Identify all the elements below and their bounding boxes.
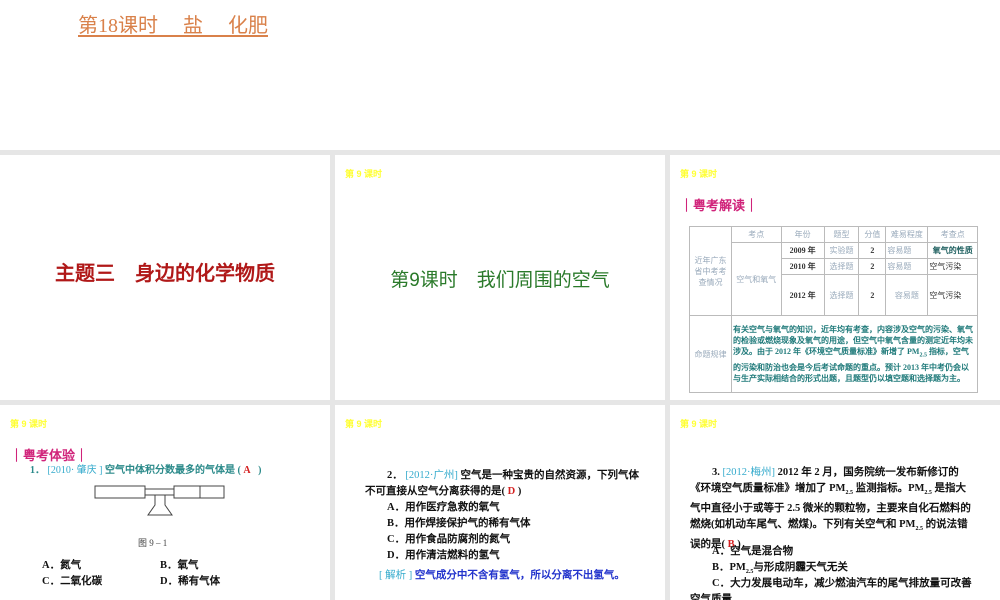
exam-analysis-table: 近年广东省中考考查情况 考点 年份 题型 分值 难易程度 考查点 空气和氧气 2…: [689, 226, 978, 393]
option-b: B．氧气: [160, 560, 199, 571]
cell: 空气污染: [927, 274, 978, 316]
lesson-label: 第 9 课时: [10, 419, 48, 429]
option-a: A．空气是混合物: [712, 546, 794, 557]
lesson-title: 第9课时 我们周围的空气: [390, 270, 610, 291]
option-a: A．用作医疗急救的氧气: [387, 502, 500, 513]
slide-4[interactable]: 第 9 课时 ｜粤考体验｜ 1． [2010· 肇庆 ] 空气中体积分数最多的气…: [0, 405, 330, 600]
option-a: A．氮气: [42, 560, 82, 571]
slide-6[interactable]: 第 9 课时 3. [2012·梅州] 2012 年 2 月，国务院统一发布新修…: [670, 405, 1000, 600]
header-cell: 考查点: [927, 226, 978, 243]
document-header: 第18课时 盐 化肥: [0, 0, 1000, 150]
topic-title: 主题三 身边的化学物质: [55, 263, 275, 285]
option-c: C．二氧化碳: [42, 576, 103, 587]
row-label: 近年广东省中考考查情况: [689, 226, 732, 316]
cell: 2: [858, 274, 887, 316]
header-cell: 分值: [858, 226, 887, 243]
header-cell: 年份: [780, 226, 825, 243]
syringe-apparatus-figure: [94, 485, 225, 516]
question-2: 2． [2012·广州] 空气是一种宝贵的自然资源，下列气体不可直接从空气分离获…: [365, 470, 639, 497]
cell: 2012 年: [780, 274, 825, 316]
option-b: B．用作焊接保护气的稀有气体: [387, 518, 531, 529]
header-cell: 题型: [823, 226, 860, 243]
cell: 选择题: [823, 274, 860, 316]
lesson-label: 第 9 课时: [345, 169, 383, 179]
slide-1[interactable]: 主题三 身边的化学物质: [0, 155, 330, 400]
cell: 2009 年: [780, 242, 825, 259]
option-d: D．稀有气体: [160, 576, 221, 587]
document-title[interactable]: 第18课时 盐 化肥: [78, 9, 268, 38]
option-d: D．用作清洁燃料的氢气: [387, 550, 500, 561]
cell: 空气污染: [927, 258, 978, 275]
cell: 2: [858, 242, 887, 259]
option-c: C．大力发展电动车，减少燃油汽车的尾气排放量可改善空气质量: [690, 578, 972, 600]
option-c: C．用作食品防腐剂的氮气: [387, 534, 511, 545]
slide-3[interactable]: 第 9 课时 ｜粤考解读｜ 近年广东省中考考查情况 考点 年份 题型 分值 难易…: [670, 155, 1000, 400]
section-heading: ｜粤考解读｜: [680, 198, 759, 213]
header-cell: 难易程度: [885, 226, 929, 243]
cell: 选择题: [823, 258, 860, 275]
analysis: [ 解析 ] 空气成分中不含有氢气，所以分离不出氢气。: [379, 570, 625, 581]
row-label: 命题规律: [689, 315, 732, 393]
figure-caption: 图 9 – 1: [138, 538, 168, 548]
cell: 容易题: [885, 258, 929, 275]
lesson-label: 第 9 课时: [680, 169, 718, 179]
cell: 容易题: [885, 242, 929, 259]
lesson-label: 第 9 课时: [345, 419, 383, 429]
question-1: 1． [2010· 肇庆 ] 空气中体积分数最多的气体是 ( A ): [30, 465, 262, 476]
section-heading: ｜粤考体验｜: [10, 448, 89, 463]
cell: 2: [858, 258, 887, 275]
cell: 实验题: [823, 242, 860, 259]
slide-5[interactable]: 第 9 课时 2． [2012·广州] 空气是一种宝贵的自然资源，下列气体不可直…: [335, 405, 665, 600]
slide-2[interactable]: 第 9 课时 第9课时 我们周围的空气: [335, 155, 665, 400]
topic-cell: 空气和氧气: [731, 242, 782, 316]
cell: 氧气的性质: [927, 242, 978, 259]
lesson-label: 第 9 课时: [680, 419, 718, 429]
question-3: 3. [2012·梅州] 2012 年 2 月，国务院统一发布新修订的《环境空气…: [690, 467, 971, 551]
cell: 容易题: [885, 274, 929, 316]
cell: 2010 年: [780, 258, 825, 275]
exam-rule-text: 有关空气与氧气的知识，近年均有考查，内容涉及空气的污染、氧气的检验或燃烧现象及氧…: [731, 315, 978, 393]
header-cell: 考点: [731, 226, 782, 243]
